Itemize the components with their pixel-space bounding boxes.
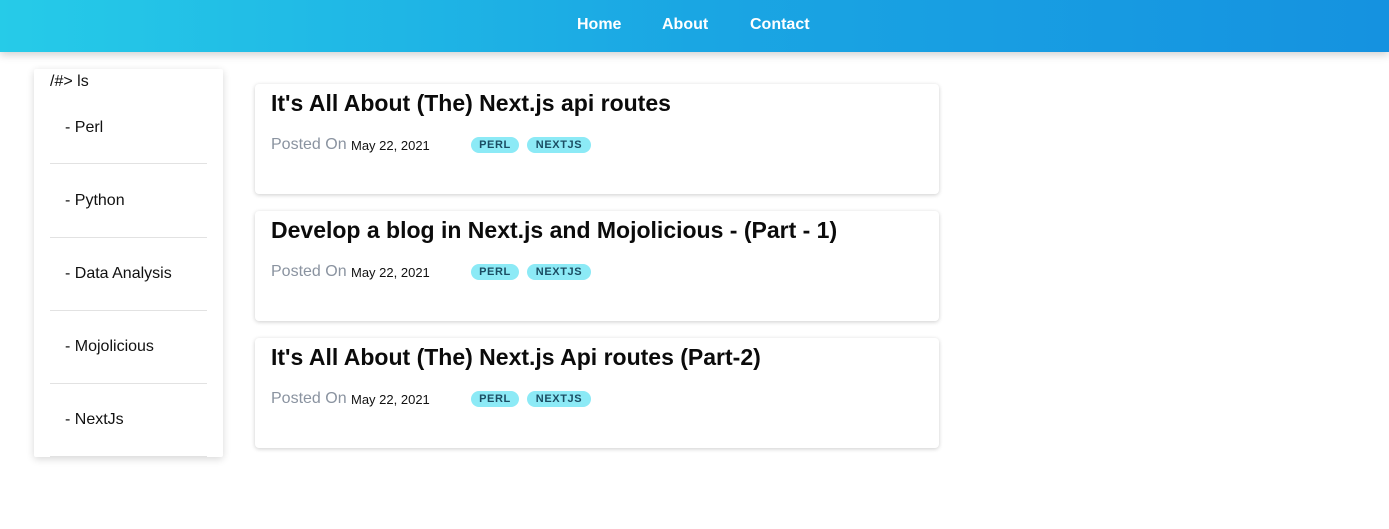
tag-perl[interactable]: PERL [471,391,519,407]
sidebar-item-perl[interactable]: - Perl [50,92,207,164]
tag-nextjs[interactable]: NEXTJS [527,391,591,407]
tag-perl[interactable]: PERL [471,264,519,280]
posted-on-label: Posted On [271,136,347,153]
sidebar-prompt: /#> ls [50,73,89,90]
posted-on-label: Posted On [271,263,347,280]
sidebar-item-mojolicious[interactable]: - Mojolicious [50,311,207,384]
sidebar-item-label: - Data Analysis [65,265,172,282]
tag-nextjs[interactable]: NEXTJS [527,264,591,280]
post-title-link[interactable]: Develop a blog in Next.js and Mojoliciou… [271,215,837,245]
sidebar-item-data-analysis[interactable]: - Data Analysis [50,238,207,311]
post-title-link[interactable]: It's All About (The) Next.js api routes [271,88,671,118]
post-card: It's All About (The) Next.js Api routes … [255,338,939,448]
post-card: It's All About (The) Next.js api routes … [255,84,939,194]
top-navigation-bar: Home About Contact [0,0,1389,52]
tag-perl[interactable]: PERL [471,137,519,153]
post-date: May 22, 2021 [351,138,430,153]
post-card: Develop a blog in Next.js and Mojoliciou… [255,211,939,321]
sidebar-item-nextjs[interactable]: - NextJs [50,384,207,457]
nav-link-about[interactable]: About [662,0,708,52]
sidebar-item-label: - NextJs [65,411,124,428]
sidebar-item-label: - Perl [65,119,104,136]
post-date: May 22, 2021 [351,392,430,407]
post-date: May 22, 2021 [351,265,430,280]
sidebar-item-label: - Python [65,192,125,209]
tag-nextjs[interactable]: NEXTJS [527,137,591,153]
sidebar-item-label: - Mojolicious [65,338,154,355]
posted-on-label: Posted On [271,390,347,407]
nav-link-contact[interactable]: Contact [750,0,810,52]
post-title-link[interactable]: It's All About (The) Next.js Api routes … [271,342,761,372]
category-sidebar: /#> ls - Perl - Python - Data Analysis -… [34,69,223,457]
nav-link-home[interactable]: Home [577,0,621,52]
sidebar-item-python[interactable]: - Python [50,165,207,238]
